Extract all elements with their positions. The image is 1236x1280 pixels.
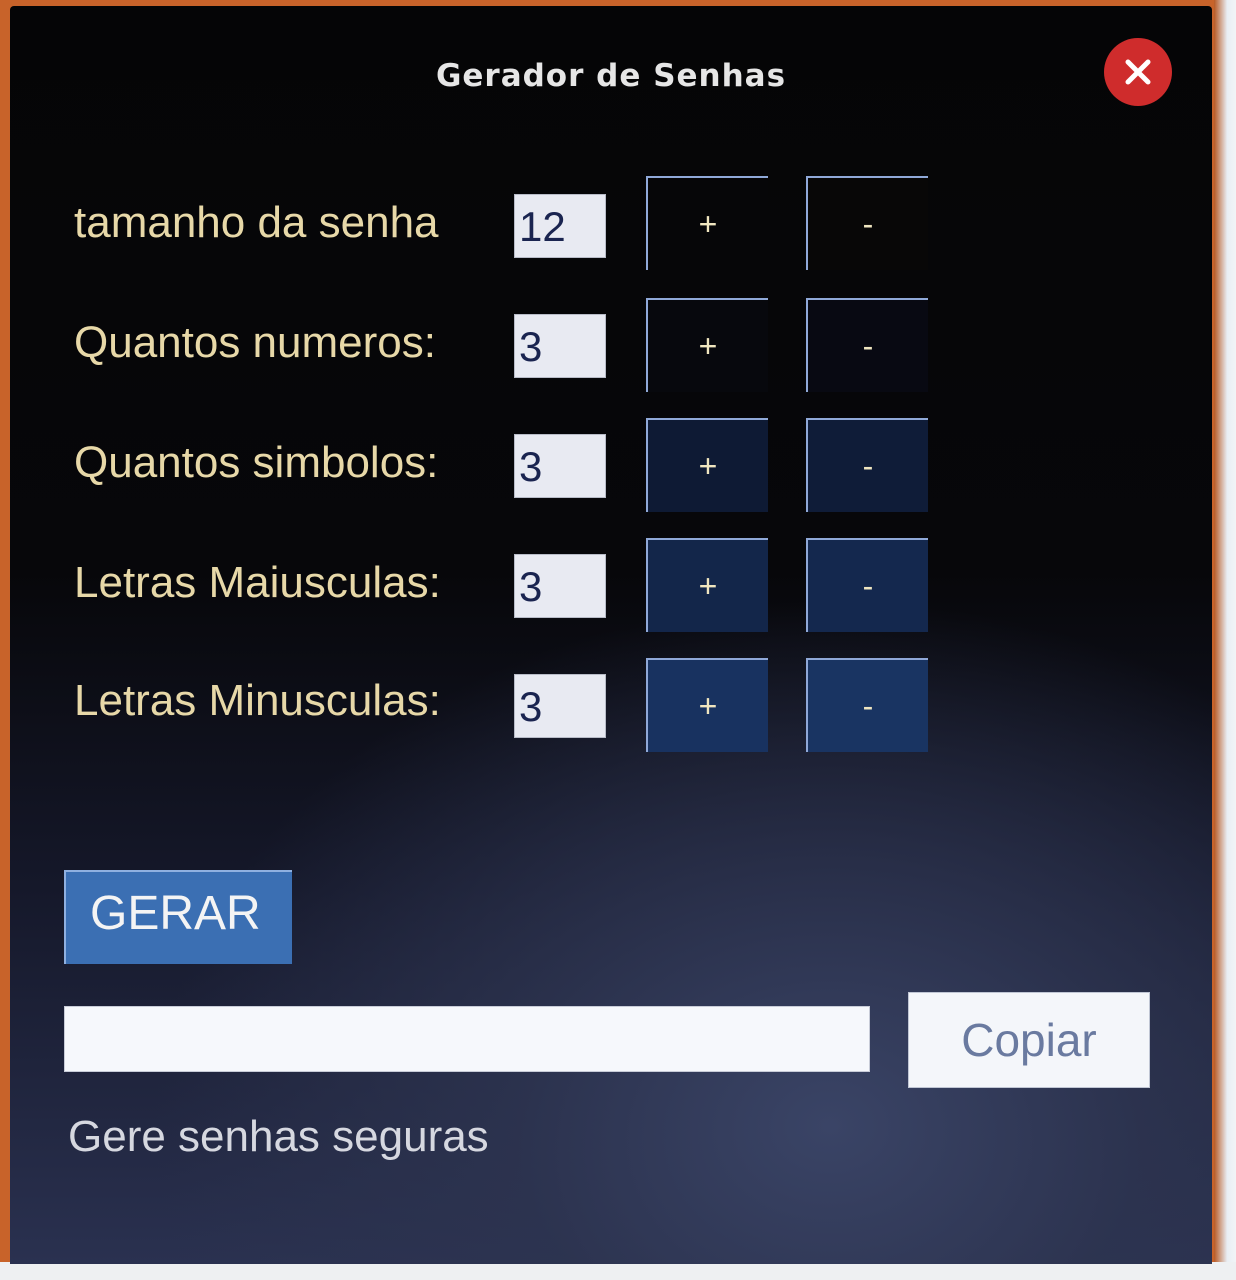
titlebar: Gerador de Senhas — [10, 6, 1212, 136]
symbols-plus-button[interactable]: + — [646, 418, 768, 512]
uppercase-label: Letras Maiusculas: — [74, 558, 441, 607]
numbers-value[interactable]: 3 — [514, 314, 606, 378]
close-button[interactable] — [1104, 38, 1172, 106]
window-title: Gerador de Senhas — [435, 58, 787, 94]
symbols-value[interactable]: 3 — [514, 434, 606, 498]
uppercase-plus-button[interactable]: + — [646, 538, 768, 632]
length-plus-button[interactable]: + — [646, 176, 768, 270]
lowercase-label: Letras Minusculas: — [74, 676, 441, 725]
length-minus-button[interactable]: - — [806, 176, 928, 270]
close-icon — [1125, 59, 1151, 85]
length-label: tamanho da senha — [74, 198, 439, 247]
password-output-field[interactable] — [64, 1006, 870, 1072]
password-generator-window: Gerador de Senhas tamanho da senha 12 + … — [10, 6, 1212, 1264]
desktop-edge-bottom — [0, 1262, 1236, 1280]
symbols-label: Quantos simbolos: — [74, 438, 439, 487]
numbers-plus-button[interactable]: + — [646, 298, 768, 392]
generate-button[interactable]: GERAR — [64, 870, 292, 964]
lowercase-plus-button[interactable]: + — [646, 658, 768, 752]
uppercase-minus-button[interactable]: - — [806, 538, 928, 632]
status-text: Gere senhas seguras — [68, 1112, 489, 1161]
length-value[interactable]: 12 — [514, 194, 606, 258]
numbers-label: Quantos numeros: — [74, 318, 436, 367]
symbols-minus-button[interactable]: - — [806, 418, 928, 512]
lowercase-value[interactable]: 3 — [514, 674, 606, 738]
numbers-minus-button[interactable]: - — [806, 298, 928, 392]
copy-button[interactable]: Copiar — [908, 992, 1150, 1088]
lowercase-minus-button[interactable]: - — [806, 658, 928, 752]
desktop-edge-right — [1214, 0, 1236, 1280]
uppercase-value[interactable]: 3 — [514, 554, 606, 618]
